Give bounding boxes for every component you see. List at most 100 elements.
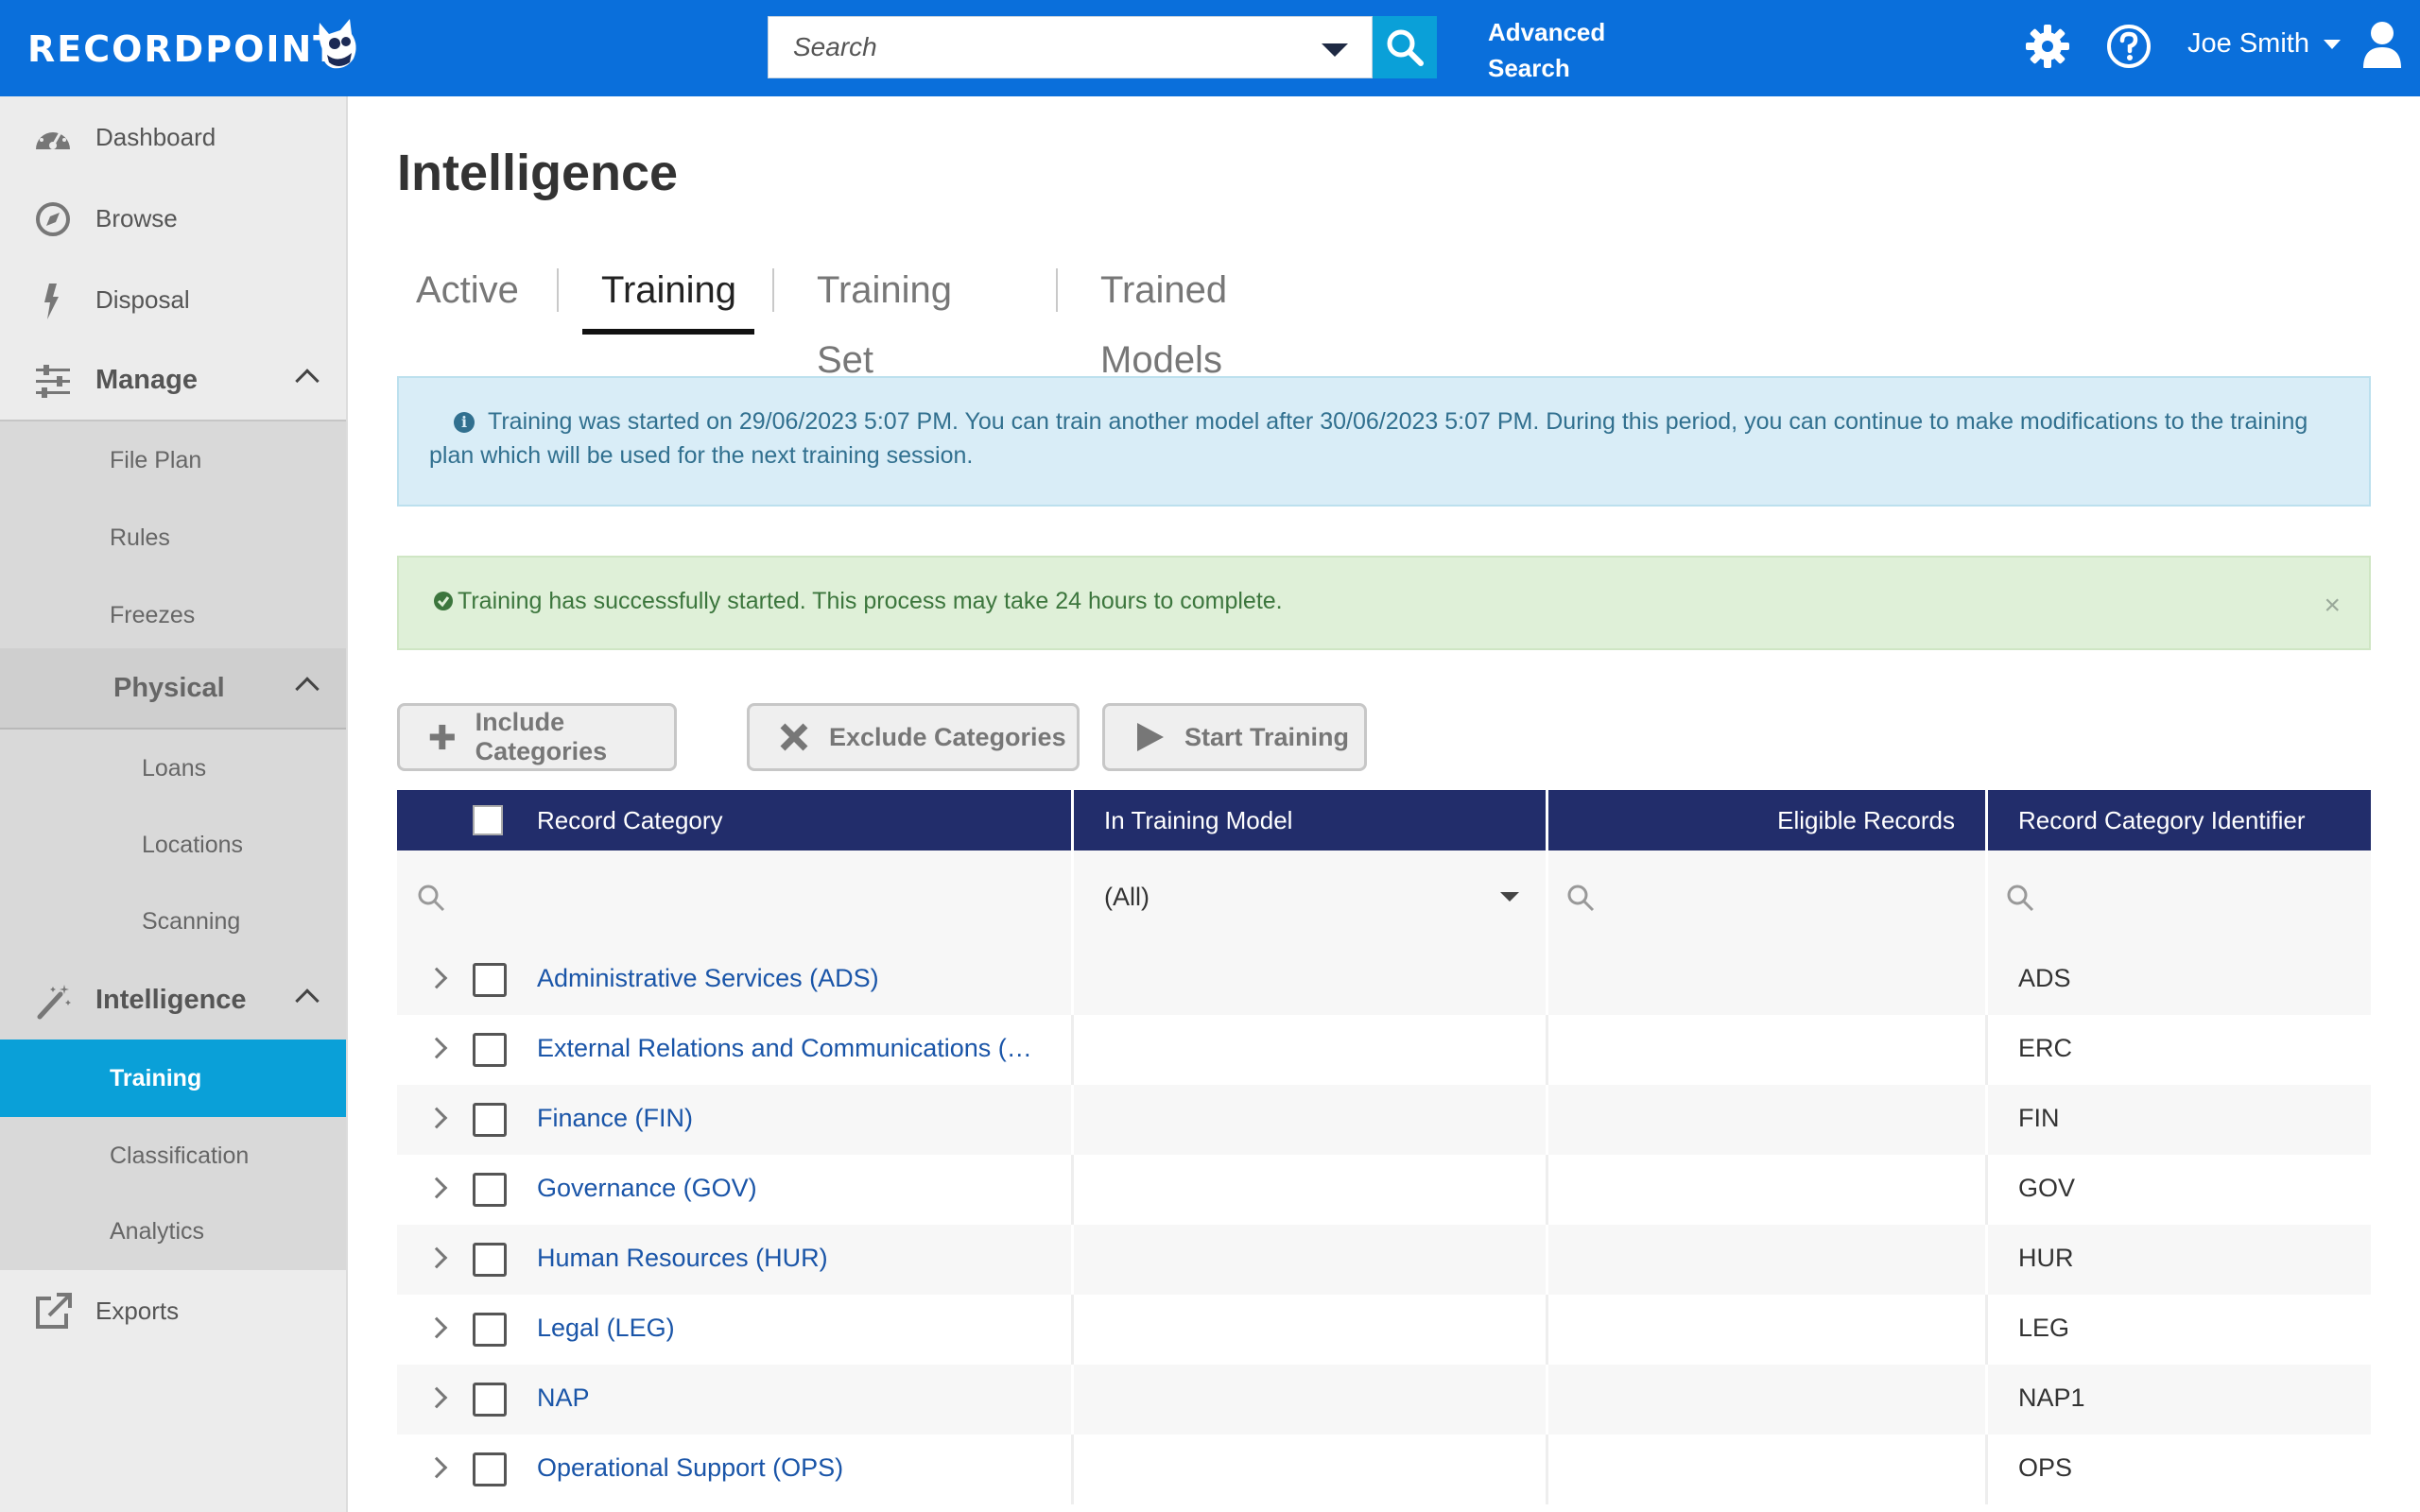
sidebar-item-browse[interactable]: Browse [0,178,346,259]
column-header-record-category[interactable]: Record Category [397,790,1072,850]
sidebar-item-training[interactable]: Training [0,1040,346,1117]
active-tab-indicator [582,329,754,335]
record-category-link[interactable]: Governance (GOV) [537,1174,1047,1203]
column-divider [1071,1435,1074,1504]
close-alert-button[interactable]: × [2324,590,2341,622]
include-categories-button[interactable]: Include Categories [397,703,677,771]
sidebar-label-manage: Manage [95,364,198,395]
tab-training[interactable]: Training [601,255,736,335]
expand-chevron-icon[interactable] [425,1246,448,1269]
column-divider [1985,945,1988,1015]
expand-chevron-icon[interactable] [425,1037,448,1059]
sidebar-item-scanning[interactable]: Scanning [0,883,346,960]
row-checkbox[interactable] [473,963,507,997]
tab-trained-models[interactable]: Trained Models [1100,255,1227,381]
row-checkbox[interactable] [473,1383,507,1417]
table-row[interactable]: Administrative Services (ADS) ADS [397,945,2371,1015]
user-menu-caret-icon[interactable] [2324,40,2341,49]
row-checkbox[interactable] [473,1452,507,1486]
advanced-search-line2: Search [1488,54,1570,82]
table-row[interactable]: Governance (GOV) GOV [397,1155,2371,1225]
record-category-link[interactable]: External Relations and Communications (E… [537,1034,1047,1063]
row-checkbox[interactable] [473,1033,507,1067]
filter-search-icon [1567,885,1595,912]
record-category-link[interactable]: Administrative Services (ADS) [537,964,1047,993]
sidebar-group-intelligence[interactable]: Intelligence [0,960,346,1041]
record-category-link[interactable]: Human Resources (HUR) [537,1244,1047,1273]
column-header-record-category-identifier[interactable]: Record Category Identifier [1988,790,2371,850]
column-divider [1985,1155,1988,1225]
in-training-model-filter-select[interactable]: (All) [1104,883,1150,912]
sidebar-item-disposal[interactable]: Disposal [0,259,346,340]
record-category-link[interactable]: Legal (LEG) [537,1314,1047,1343]
advanced-search-link[interactable]: Advanced Search [1488,14,1630,86]
row-checkbox[interactable] [473,1243,507,1277]
sidebar-item-classification[interactable]: Classification [0,1117,346,1194]
record-category-link[interactable]: NAP [537,1383,1047,1413]
expand-chevron-icon[interactable] [425,967,448,989]
sidebar-group-manage[interactable]: Manage [0,340,346,421]
record-category-identifier-cell: OPS [2018,1453,2073,1482]
check-circle-icon [434,592,453,610]
gear-icon[interactable] [2024,23,2071,70]
record-category-link[interactable]: Operational Support (OPS) [537,1453,1047,1483]
sidebar-item-analytics[interactable]: Analytics [0,1193,346,1270]
plus-icon [429,724,455,750]
column-divider [1071,1015,1074,1085]
start-training-button[interactable]: Start Training [1102,703,1367,771]
column-divider [1071,790,1074,850]
table-row[interactable]: Legal (LEG) LEG [397,1295,2371,1365]
sidebar-label-browse: Browse [95,203,178,232]
table-row[interactable]: NAP NAP1 [397,1365,2371,1435]
search-button[interactable] [1373,16,1437,78]
expand-chevron-icon[interactable] [425,1386,448,1409]
expand-chevron-icon[interactable] [425,1177,448,1199]
table-row[interactable]: Human Resources (HUR) HUR [397,1225,2371,1295]
compass-icon [36,202,70,236]
filter-record-category-identifier[interactable] [1988,850,2371,945]
tab-training-set[interactable]: Training Set [817,255,952,381]
select-all-checkbox[interactable] [473,805,503,835]
column-divider [1985,1295,1988,1365]
search-input[interactable] [769,17,1298,77]
sidebar-item-dashboard[interactable]: Dashboard [0,96,346,178]
record-category-identifier-cell: FIN [2018,1104,2060,1132]
row-checkbox[interactable] [473,1173,507,1207]
column-divider [1546,1015,1548,1085]
table-row[interactable]: Operational Support (OPS) OPS [397,1435,2371,1504]
column-divider [1546,1365,1548,1435]
table-row[interactable]: External Relations and Communications (E… [397,1015,2371,1085]
tab-active[interactable]: Active [416,255,519,335]
expand-chevron-icon[interactable] [425,1316,448,1339]
user-menu-name[interactable]: Joe Smith [2187,28,2309,60]
dashboard-gauge-icon [36,125,70,149]
brand-logo-text[interactable]: RECORDPOINT [27,27,339,71]
search-scope-dropdown-icon[interactable] [1322,43,1348,57]
sidebar-item-exports[interactable]: Exports [0,1270,346,1351]
row-checkbox[interactable] [473,1313,507,1347]
sidebar-item-loans[interactable]: Loans [0,730,346,807]
row-checkbox[interactable] [473,1103,507,1137]
advanced-search-line1: Advanced [1488,18,1606,46]
sidebar-item-rules[interactable]: Rules [0,499,346,576]
record-category-link[interactable]: Finance (FIN) [537,1104,1047,1133]
filter-in-training-model[interactable]: (All) [1074,850,1548,945]
column-header-eligible-records[interactable]: Eligible Records [1548,790,1985,850]
success-alert-text: Training has successfully started. This … [458,588,1283,614]
sidebar-group-physical[interactable]: Physical [0,648,346,730]
column-divider [1071,1295,1074,1365]
table-row[interactable]: Finance (FIN) FIN [397,1085,2371,1155]
expand-chevron-icon[interactable] [425,1107,448,1129]
help-icon[interactable] [2105,23,2152,70]
sidebar-item-locations[interactable]: Locations [0,806,346,884]
sidebar-label-dashboard: Dashboard [95,122,216,151]
expand-chevron-icon[interactable] [425,1456,448,1479]
column-divider [1546,1085,1548,1155]
sidebar-item-file-plan[interactable]: File Plan [0,421,346,499]
filter-record-category[interactable] [397,850,1074,945]
filter-eligible-records[interactable] [1548,850,1988,945]
column-header-in-training-model[interactable]: In Training Model [1074,790,1547,850]
exclude-categories-button[interactable]: Exclude Categories [747,703,1080,771]
sidebar-item-freezes[interactable]: Freezes [0,576,346,654]
user-avatar-icon[interactable] [2361,21,2403,70]
